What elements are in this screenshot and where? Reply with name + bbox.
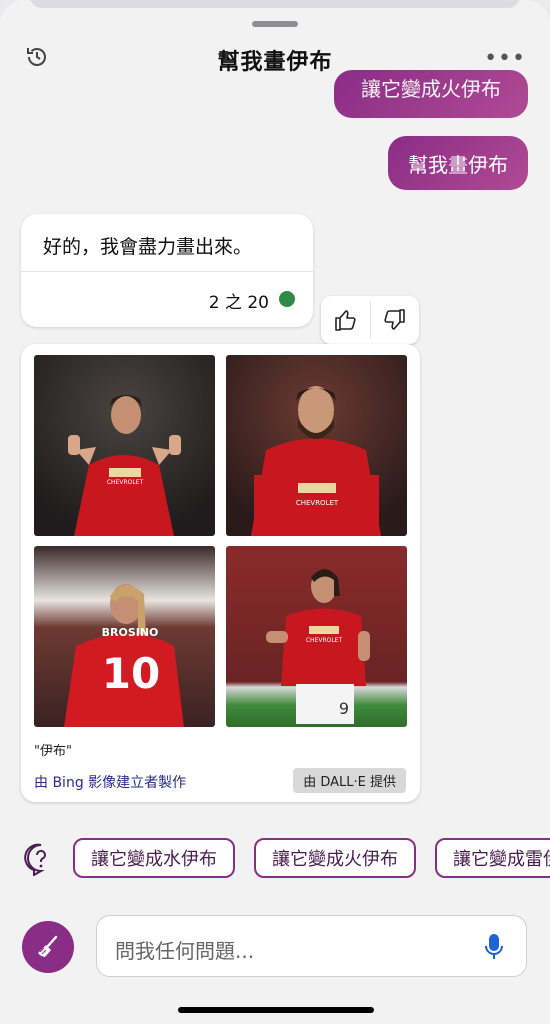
generated-image-2[interactable]: CHEVROLET	[226, 355, 407, 536]
question-bubble-icon[interactable]	[24, 842, 58, 876]
image-caption: "伊布"	[34, 744, 72, 759]
player-running-image: CHEVROLET 9	[226, 546, 407, 727]
user-message-text: 讓它變成火伊布	[361, 76, 501, 101]
suggestion-chip[interactable]: 讓它變成雷伊布	[435, 838, 550, 878]
bot-message-text: 好的，我會盡力畫出來。	[43, 236, 253, 258]
shirt-sponsor-text: CHEVROLET	[107, 479, 144, 486]
provider-badge: 由 DALL·E 提供	[293, 768, 406, 793]
generated-image-3[interactable]: BROSINO 10	[34, 546, 215, 727]
generated-image-4[interactable]: CHEVROLET 9	[226, 546, 407, 727]
player-back-view-image: BROSINO 10	[34, 546, 215, 727]
user-message: 幫我畫伊布	[388, 136, 528, 190]
chat-input-placeholder: 問我任何問題...	[115, 939, 255, 963]
divider	[21, 271, 313, 272]
status-dot	[279, 291, 295, 307]
background-sheet-edge	[30, 0, 520, 8]
player-celebrating-image: CHEVROLET	[34, 355, 215, 536]
thumbs-up-button[interactable]	[321, 296, 370, 344]
home-indicator[interactable]	[178, 1007, 374, 1013]
shirt-number-text: 10	[102, 649, 160, 698]
more-options-icon[interactable]: •••	[484, 46, 526, 71]
shirt-sponsor-text: CHEVROLET	[296, 499, 339, 507]
generated-image-1[interactable]: CHEVROLET	[34, 355, 215, 536]
bot-message: 好的，我會盡力畫出來。 2 之 20	[21, 214, 313, 327]
image-creator-link[interactable]: 由 Bing 影像建立者製作	[34, 772, 186, 792]
shirt-name-text: BROSINO	[102, 626, 159, 639]
turn-counter: 2 之 20	[208, 293, 269, 313]
user-message-partial: 讓它變成火伊布	[334, 70, 528, 118]
player-looking-up-image: CHEVROLET	[226, 355, 407, 536]
suggestion-chip[interactable]: 讓它變成水伊布	[73, 838, 235, 878]
thumbs-down-button[interactable]	[371, 296, 420, 344]
image-result-card: CHEVROLET CHEVROLET BROSINO 10 CHEVROLET…	[21, 344, 420, 802]
feedback-buttons	[321, 296, 419, 344]
user-message-text: 幫我畫伊布	[408, 152, 508, 177]
microphone-icon[interactable]	[484, 933, 504, 961]
shorts-number-text: 9	[339, 699, 349, 718]
broom-icon	[38, 935, 58, 957]
thumbs-up-icon	[335, 310, 356, 331]
chat-sheet: 幫我畫伊布 ••• 讓它變成火伊布 幫我畫伊布 好的，我會盡力畫出來。 2 之 …	[0, 0, 550, 1024]
chat-input[interactable]: 問我任何問題...	[96, 915, 527, 977]
thumbs-down-icon	[384, 309, 405, 330]
new-topic-button[interactable]	[22, 921, 74, 973]
shirt-sponsor-text: CHEVROLET	[306, 637, 343, 644]
suggestion-chip[interactable]: 讓它變成火伊布	[254, 838, 416, 878]
sheet-grabber[interactable]	[252, 21, 298, 27]
